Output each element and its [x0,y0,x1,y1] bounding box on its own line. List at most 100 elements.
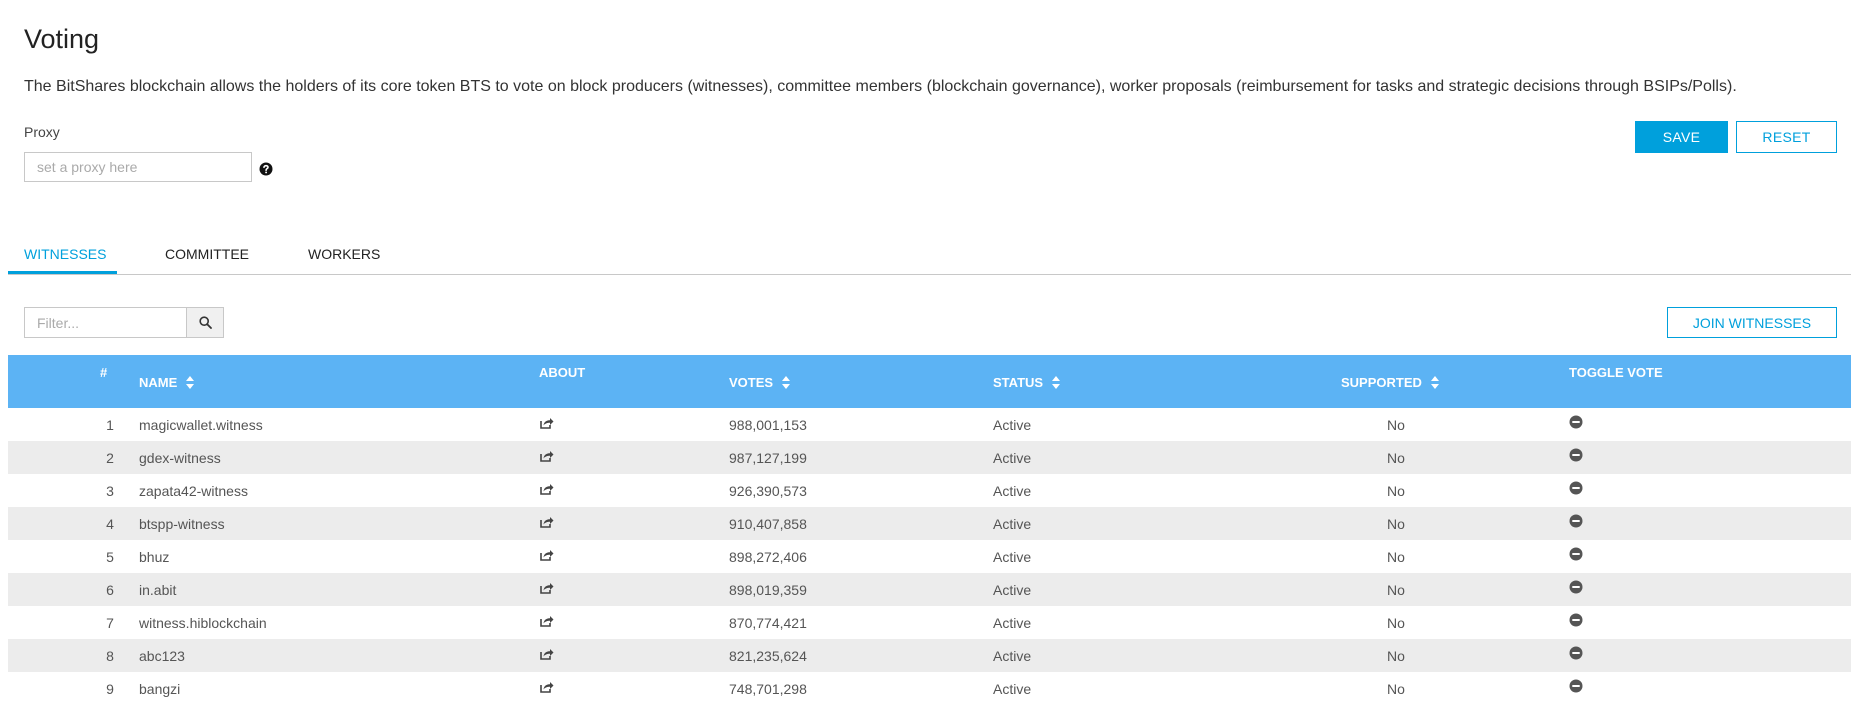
tab-witnesses[interactable]: WITNESSES [24,246,106,262]
row-number: 2 [106,450,114,466]
witnesses-table: # NAME ABOUT VOTES STATUS SUPPORTED TOGG… [8,355,1851,705]
status-value: Active [993,483,1032,499]
question-circle-icon[interactable] [259,162,273,176]
col-header-supported[interactable]: SUPPORTED [1341,375,1439,390]
reset-button[interactable]: RESET [1736,121,1837,153]
sort-icon [1052,376,1061,389]
tab-bar: WITNESSES COMMITTEE WORKERS [8,234,1851,275]
votes-value: 821,235,624 [729,648,807,664]
external-link-icon[interactable] [539,515,554,531]
row-number: 4 [106,516,114,532]
external-link-icon[interactable] [539,614,554,630]
row-number: 8 [106,648,114,664]
witness-name[interactable]: abc123 [139,648,185,664]
external-link-icon[interactable] [539,647,554,663]
status-value: Active [993,450,1032,466]
votes-value: 870,774,421 [729,615,807,631]
witness-name[interactable]: zapata42-witness [139,483,248,499]
toggle-vote-minus-icon[interactable] [1569,679,1583,696]
col-header-about: ABOUT [539,365,586,380]
col-header-status-label: STATUS [993,375,1044,390]
external-link-icon[interactable] [539,416,554,432]
toggle-vote-minus-icon[interactable] [1569,547,1583,564]
col-header-num: # [100,365,108,380]
page-description: The BitShares blockchain allows the hold… [24,78,1737,95]
witness-name[interactable]: in.abit [139,582,176,598]
table-header: # NAME ABOUT VOTES STATUS SUPPORTED TOGG… [8,355,1851,408]
supported-value: No [1387,450,1405,466]
col-header-votes[interactable]: VOTES [729,375,791,390]
table-row: 7 witness.hiblockchain 870,774,421 Active No [8,606,1851,639]
save-button[interactable]: SAVE [1635,121,1728,153]
sort-icon [186,376,195,389]
toggle-vote-minus-icon[interactable] [1569,514,1583,531]
supported-value: No [1387,516,1405,532]
row-number: 9 [106,681,114,697]
witness-name[interactable]: bhuz [139,549,169,565]
external-link-icon[interactable] [539,449,554,465]
toggle-vote-minus-icon[interactable] [1569,415,1583,432]
external-link-icon[interactable] [539,548,554,564]
row-number: 6 [106,582,114,598]
tab-workers[interactable]: WORKERS [308,246,380,262]
supported-value: No [1387,681,1405,697]
toggle-vote-minus-icon[interactable] [1569,613,1583,630]
col-header-status[interactable]: STATUS [993,375,1061,390]
table-row: 4 btspp-witness 910,407,858 Active No [8,507,1851,540]
toggle-vote-minus-icon[interactable] [1569,646,1583,663]
supported-value: No [1387,615,1405,631]
table-row: 2 gdex-witness 987,127,199 Active No [8,441,1851,474]
status-value: Active [993,582,1032,598]
status-value: Active [993,549,1032,565]
witness-name[interactable]: magicwallet.witness [139,417,263,433]
table-row: 8 abc123 821,235,624 Active No [8,639,1851,672]
col-header-supported-label: SUPPORTED [1341,375,1422,390]
proxy-input[interactable] [24,152,252,182]
toggle-vote-minus-icon[interactable] [1569,448,1583,465]
votes-value: 910,407,858 [729,516,807,532]
toggle-vote-minus-icon[interactable] [1569,580,1583,597]
page-title: Voting [24,24,100,54]
external-link-icon[interactable] [539,482,554,498]
status-value: Active [993,516,1032,532]
active-tab-indicator [8,271,117,274]
join-witnesses-button[interactable]: JOIN WITNESSES [1667,307,1837,338]
search-icon [198,316,212,329]
table-body: 1 magicwallet.witness 988,001,153 Active No 2… [8,408,1851,705]
votes-value: 926,390,573 [729,483,807,499]
col-header-name[interactable]: NAME [139,375,195,390]
status-value: Active [993,417,1032,433]
votes-value: 898,272,406 [729,549,807,565]
status-value: Active [993,681,1032,697]
witness-name[interactable]: gdex-witness [139,450,221,466]
table-row: 9 bangzi 748,701,298 Active No [8,672,1851,705]
col-header-name-label: NAME [139,375,178,390]
filter-input[interactable] [24,307,187,338]
supported-value: No [1387,549,1405,565]
supported-value: No [1387,483,1405,499]
table-row: 1 magicwallet.witness 988,001,153 Active No [8,408,1851,441]
table-row: 6 in.abit 898,019,359 Active No [8,573,1851,606]
row-number: 1 [106,417,114,433]
tab-committee[interactable]: COMMITTEE [165,246,249,262]
votes-value: 898,019,359 [729,582,807,598]
filter-search-button[interactable] [186,307,224,338]
votes-value: 748,701,298 [729,681,807,697]
sort-icon [1430,376,1439,389]
external-link-icon[interactable] [539,581,554,597]
votes-value: 988,001,153 [729,417,807,433]
supported-value: No [1387,648,1405,664]
col-header-votes-label: VOTES [729,375,774,390]
witness-name[interactable]: witness.hiblockchain [139,615,267,631]
external-link-icon[interactable] [539,680,554,696]
status-value: Active [993,648,1032,664]
col-header-toggle-vote: TOGGLE VOTE [1569,365,1663,380]
witness-name[interactable]: bangzi [139,681,180,697]
votes-value: 987,127,199 [729,450,807,466]
witness-name[interactable]: btspp-witness [139,516,225,532]
status-value: Active [993,615,1032,631]
row-number: 7 [106,615,114,631]
table-row: 5 bhuz 898,272,406 Active No [8,540,1851,573]
toggle-vote-minus-icon[interactable] [1569,481,1583,498]
proxy-label: Proxy [24,124,60,140]
